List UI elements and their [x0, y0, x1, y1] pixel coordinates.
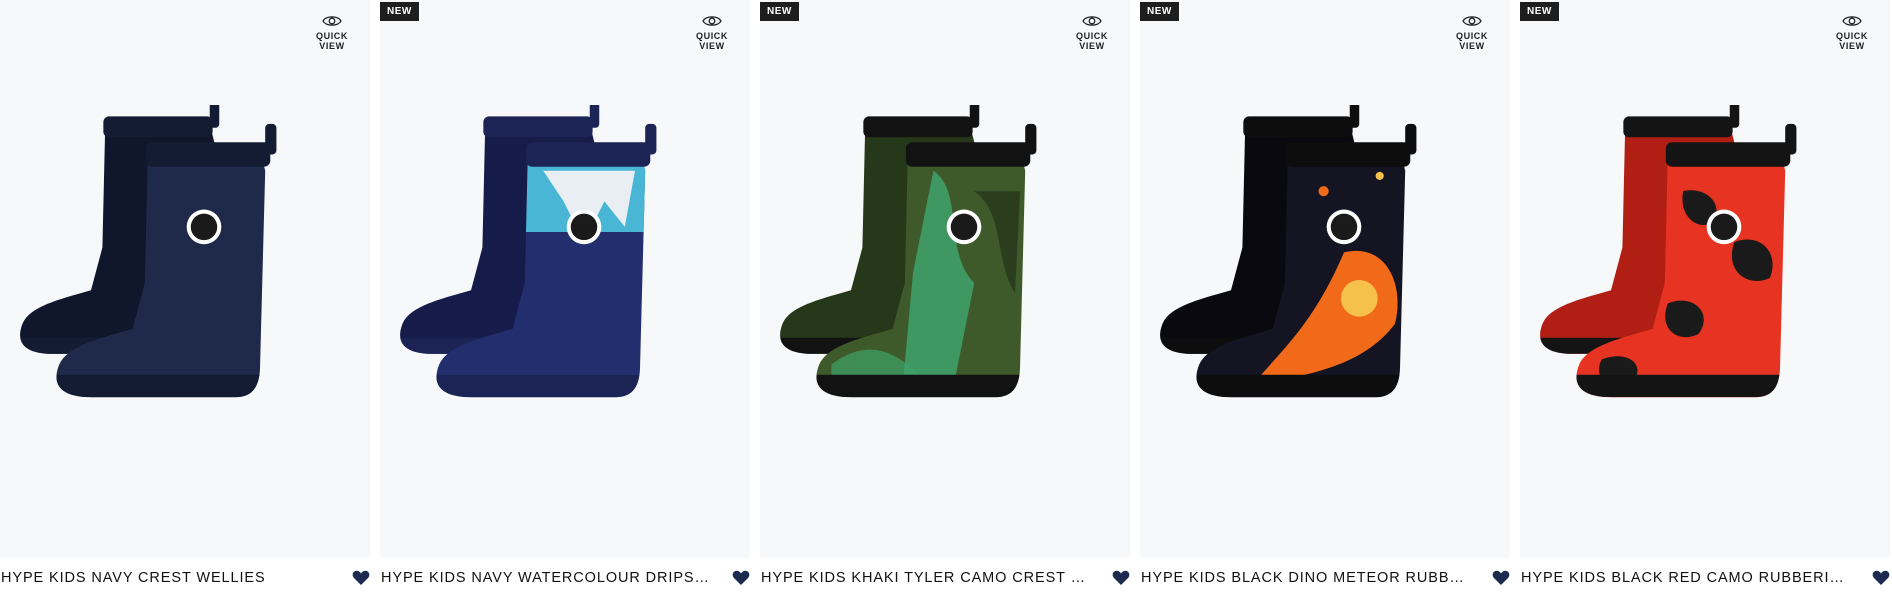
product-card[interactable]: QUICK VIEW HYPE KIDS NAVY CREST WELLIES [0, 0, 370, 594]
product-name[interactable]: HYPE KIDS NAVY CREST WELLIES [1, 570, 331, 586]
product-footer: HYPE KIDS BLACK DINO METEOR RUBBERISE... [1140, 567, 1510, 589]
quick-view-label: QUICK VIEW [1836, 31, 1868, 51]
quick-view-label: QUICK VIEW [1456, 31, 1488, 51]
product-image[interactable]: NEW QUICK VIEW [380, 0, 750, 558]
quick-view-button[interactable]: QUICK VIEW [1832, 14, 1872, 51]
product-image[interactable]: NEW QUICK VIEW [760, 0, 1130, 558]
quick-view-button[interactable]: QUICK VIEW [692, 14, 732, 51]
front-boot [56, 123, 277, 398]
boots-image [1160, 105, 1417, 398]
product-image[interactable]: QUICK VIEW [0, 0, 370, 558]
boots-image [400, 105, 657, 398]
new-badge: NEW [1140, 2, 1179, 21]
product-card[interactable]: NEW QUICK VIEW HYPE KIDS KHAKI TYLER CAM… [760, 0, 1130, 594]
product-name[interactable]: HYPE KIDS BLACK RED CAMO RUBBERISED C... [1521, 570, 1851, 586]
product-name[interactable]: HYPE KIDS KHAKI TYLER CAMO CREST WELLI..… [761, 570, 1091, 586]
eye-icon [322, 16, 342, 26]
new-badge: NEW [380, 2, 419, 21]
new-badge: NEW [760, 2, 799, 21]
front-boot [1196, 123, 1417, 398]
front-boot [1576, 123, 1797, 398]
eye-icon [1462, 16, 1482, 26]
eye-icon [1842, 16, 1862, 26]
product-name[interactable]: HYPE KIDS NAVY WATERCOLOUR DRIPS CRES... [381, 570, 711, 586]
boots-image [780, 105, 1037, 398]
product-card[interactable]: NEW QUICK VIEW HYPE KIDS BLACK RED CAMO … [1520, 0, 1890, 594]
product-footer: HYPE KIDS BLACK RED CAMO RUBBERISED C... [1520, 567, 1890, 589]
front-boot [436, 123, 657, 398]
product-footer: HYPE KIDS NAVY CREST WELLIES [0, 567, 370, 589]
product-image[interactable]: NEW QUICK VIEW [1140, 0, 1510, 558]
eye-icon [1082, 16, 1102, 26]
boots-image [20, 105, 277, 398]
quick-view-button[interactable]: QUICK VIEW [1072, 14, 1112, 51]
eye-icon [702, 16, 722, 26]
quick-view-label: QUICK VIEW [1076, 31, 1108, 51]
wishlist-heart-icon[interactable] [1872, 569, 1890, 586]
product-card[interactable]: NEW QUICK VIEW HYPE KIDS NAVY WATERCOLOU… [380, 0, 750, 594]
new-badge: NEW [1520, 2, 1559, 21]
wishlist-heart-icon[interactable] [732, 569, 750, 586]
product-footer: HYPE KIDS NAVY WATERCOLOUR DRIPS CRES... [380, 567, 750, 589]
product-footer: HYPE KIDS KHAKI TYLER CAMO CREST WELLI..… [760, 567, 1130, 589]
wishlist-heart-icon[interactable] [1492, 569, 1510, 586]
product-card[interactable]: NEW QUICK VIEW HYPE KIDS BLACK DINO METE… [1140, 0, 1510, 594]
quick-view-button[interactable]: QUICK VIEW [1452, 14, 1492, 51]
product-grid: QUICK VIEW HYPE KIDS NAVY CREST WELLIES … [0, 0, 1892, 594]
wishlist-heart-icon[interactable] [1112, 569, 1130, 586]
quick-view-label: QUICK VIEW [696, 31, 728, 51]
wishlist-heart-icon[interactable] [352, 569, 370, 586]
boots-image [1540, 105, 1797, 398]
quick-view-label: QUICK VIEW [316, 31, 348, 51]
product-name[interactable]: HYPE KIDS BLACK DINO METEOR RUBBERISE... [1141, 570, 1471, 586]
quick-view-button[interactable]: QUICK VIEW [312, 14, 352, 51]
product-image[interactable]: NEW QUICK VIEW [1520, 0, 1890, 558]
front-boot [816, 123, 1037, 398]
